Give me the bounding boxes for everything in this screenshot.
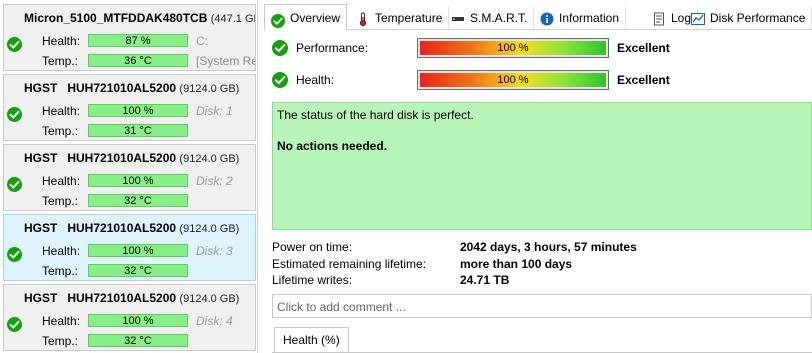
health-bar: 87 % — [88, 34, 188, 47]
tab-health-percent[interactable]: Health (%) — [274, 327, 349, 353]
disk-model: HUH721010AL5200 — [67, 221, 177, 235]
info-row-lifetime-writes: Lifetime writes: 24.71 TB — [272, 273, 812, 289]
check-circle-icon — [271, 11, 285, 28]
health-bar-fill: 100 % — [420, 73, 606, 87]
disk-model: Micron_5100_MTFDDAK480TCB — [24, 11, 208, 25]
health-bar: 100 % — [417, 70, 609, 90]
temp-label: Temp.: — [42, 334, 79, 348]
info-row-power-on: Power on time: 2042 days, 3 hours, 57 mi… — [272, 240, 812, 256]
disk-capacity: (9124.0 GB) — [179, 223, 240, 235]
disk-model: HUH721010AL5200 — [67, 81, 177, 95]
performance-rating: Excellent — [617, 41, 670, 55]
status-message-box: The status of the hard disk is perfect. … — [272, 102, 812, 230]
comment-input[interactable]: Click to add comment ... — [272, 294, 812, 318]
status-ok-icon — [7, 107, 22, 122]
log-document-icon — [652, 11, 666, 26]
disk-item-selected[interactable]: HGST HUH721010AL5200 (9124.0 GB) Health: … — [3, 214, 256, 281]
performance-row: Performance: 100 % Excellent — [272, 37, 812, 59]
tab-disk-performance[interactable]: Disk Performance — [685, 7, 812, 29]
tab-bar: Overview Temperature S.M.A.R.T. Informat… — [264, 4, 812, 31]
info-icon — [540, 11, 554, 26]
info-key: Power on time: — [272, 240, 353, 254]
disk-item[interactable]: HGST HUH721010AL5200 (9124.0 GB) Health: … — [3, 284, 256, 351]
temp-label: Temp.: — [42, 264, 79, 278]
health-row: Health: 100 % Excellent — [272, 69, 812, 91]
detail-panel: Overview Temperature S.M.A.R.T. Informat… — [264, 0, 812, 353]
disk-model: HUH721010AL5200 — [67, 151, 177, 165]
tab-information[interactable]: Information — [534, 7, 627, 29]
disk-capacity: (9124.0 GB) — [179, 153, 240, 165]
health-bar: 100 % — [88, 244, 188, 257]
tab-temperature[interactable]: Temperature — [350, 7, 450, 29]
status-ok-icon — [7, 247, 22, 262]
health-label: Health: — [42, 104, 81, 118]
disk-capacity: (9124.0 GB) — [179, 293, 240, 305]
disk-note: Disk: 2 — [196, 174, 233, 188]
status-ok-icon — [7, 317, 22, 332]
info-key: Lifetime writes: — [272, 273, 353, 287]
temp-bar: 32 °C — [88, 194, 188, 207]
info-value: 24.71 TB — [460, 273, 510, 287]
disk-item[interactable]: Micron_5100_MTFDDAK480TCB (447.1 GB) Hea… — [3, 4, 256, 71]
info-row-remaining-lifetime: Estimated remaining lifetime: more than … — [272, 257, 812, 273]
disk-item[interactable]: HGST HUH721010AL5200 (9124.0 GB) Health: … — [3, 74, 256, 141]
disk-capacity: (447.1 GB) — [210, 13, 255, 25]
info-key: Estimated remaining lifetime: — [272, 257, 427, 271]
status-ok-icon — [272, 40, 288, 56]
disk-vendor: HGST — [24, 221, 58, 235]
status-text: The status of the hard disk is perfect. — [277, 108, 474, 122]
disk-note-secondary: [System Res — [196, 54, 255, 68]
disk-list: Micron_5100_MTFDDAK480TCB (447.1 GB) Hea… — [0, 0, 258, 353]
health-label: Health: — [42, 244, 81, 258]
performance-chart-icon — [691, 11, 705, 25]
health-label: Health: — [42, 34, 81, 48]
disk-vendor: HGST — [24, 81, 58, 95]
disk-capacity: (9124.0 GB) — [179, 83, 240, 95]
temp-bar: 32 °C — [88, 334, 188, 347]
smart-chip-icon — [451, 11, 465, 25]
disk-item[interactable]: HGST HUH721010AL5200 (9124.0 GB) Health: … — [3, 144, 256, 211]
health-rating: Excellent — [617, 73, 670, 87]
temp-bar: 36 °C — [88, 54, 188, 67]
info-value: 2042 days, 3 hours, 57 minutes — [460, 240, 637, 254]
thermometer-icon — [356, 11, 370, 26]
tab-smart[interactable]: S.M.A.R.T. — [445, 7, 535, 29]
health-label: Health: — [296, 73, 335, 87]
disk-note: Disk: 4 — [196, 314, 233, 328]
temp-label: Temp.: — [42, 54, 79, 68]
disk-note: Disk: 3 — [196, 244, 233, 258]
disk-model: HUH721010AL5200 — [67, 291, 177, 305]
status-ok-icon — [7, 37, 22, 52]
health-bar: 100 % — [88, 314, 188, 327]
health-bar: 100 % — [88, 174, 188, 187]
disk-note: C: — [196, 34, 208, 48]
performance-bar: 100 % — [417, 38, 609, 58]
action-text: No actions needed. — [277, 139, 388, 153]
disk-vendor: HGST — [24, 291, 58, 305]
performance-bar-fill: 100 % — [420, 41, 606, 55]
temp-label: Temp.: — [42, 124, 79, 138]
performance-label: Performance: — [296, 41, 369, 55]
disk-vendor: HGST — [24, 151, 58, 165]
tab-overview[interactable]: Overview — [264, 4, 348, 31]
disk-note: Disk: 1 — [196, 104, 233, 118]
temp-bar: 31 °C — [88, 124, 188, 137]
health-label: Health: — [42, 314, 81, 328]
health-bar: 100 % — [88, 104, 188, 117]
temp-label: Temp.: — [42, 194, 79, 208]
health-label: Health: — [42, 174, 81, 188]
status-ok-icon — [7, 177, 22, 192]
info-value: more than 100 days — [460, 257, 573, 271]
temp-bar: 32 °C — [88, 264, 188, 277]
status-ok-icon — [272, 72, 288, 88]
